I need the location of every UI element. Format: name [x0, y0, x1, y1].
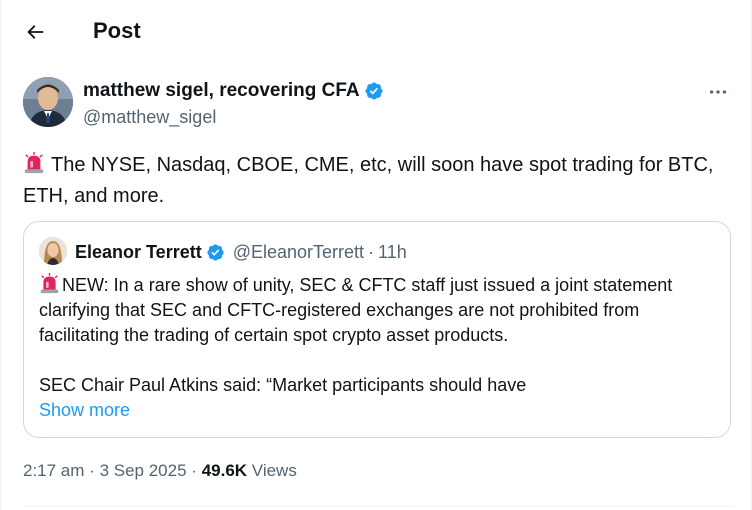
post-date[interactable]: 3 Sep 2025	[100, 461, 187, 480]
siren-icon	[24, 152, 44, 174]
author-avatar[interactable]	[23, 77, 73, 127]
quoted-author-name[interactable]: Eleanor Terrett	[75, 240, 202, 264]
arrow-left-icon	[27, 25, 44, 39]
views-count: 49.6K	[201, 461, 248, 480]
meta-separator: ·	[89, 461, 95, 480]
author-name-row: matthew sigel, recovering CFA	[83, 79, 384, 103]
verified-badge-icon	[365, 82, 383, 100]
meta-separator: ·	[191, 461, 197, 480]
show-more-link[interactable]: Show more	[39, 398, 130, 423]
page-header: Post	[1, 0, 751, 64]
post-time[interactable]: 2:17 am	[23, 461, 84, 480]
post-body: The NYSE, Nasdaq, CBOE, CME, etc, will s…	[23, 154, 714, 207]
quoted-text-second-paragraph: SEC Chair Paul Atkins said: “Market part…	[39, 375, 527, 395]
post-text: The NYSE, Nasdaq, CBOE, CME, etc, will s…	[23, 150, 733, 212]
quoted-body: NEW: In a rare show of unity, SEC & CFTC…	[39, 275, 673, 345]
post-page: Post matthew sigel, recovering CFA @matt…	[0, 0, 752, 510]
avatar-image	[23, 77, 73, 127]
verified-badge-icon	[207, 243, 224, 261]
quoted-author-avatar[interactable]	[39, 237, 67, 265]
back-button[interactable]	[15, 12, 55, 52]
quoted-timestamp[interactable]: 11h	[378, 240, 407, 264]
quoted-post[interactable]: Eleanor Terrett @EleanorTerrett · 11h NE…	[23, 221, 731, 438]
quoted-separator: ·	[368, 242, 375, 262]
quoted-avatar-image	[39, 237, 67, 265]
more-horizontal-icon	[709, 90, 727, 94]
quoted-author-handle[interactable]: @EleanorTerrett	[233, 240, 364, 264]
divider	[23, 506, 733, 507]
quoted-header: Eleanor Terrett @EleanorTerrett · 11h	[75, 240, 407, 264]
page-title: Post	[93, 18, 141, 43]
author-name[interactable]: matthew sigel, recovering CFA	[83, 79, 360, 103]
views-label: Views	[251, 461, 297, 480]
author-handle[interactable]: @matthew_sigel	[83, 105, 216, 129]
siren-icon	[40, 273, 59, 294]
quoted-text: NEW: In a rare show of unity, SEC & CFTC…	[39, 273, 715, 348]
post-meta: 2:17 am · 3 Sep 2025 · 49.6K Views	[23, 459, 297, 483]
more-options-button[interactable]	[703, 80, 733, 104]
